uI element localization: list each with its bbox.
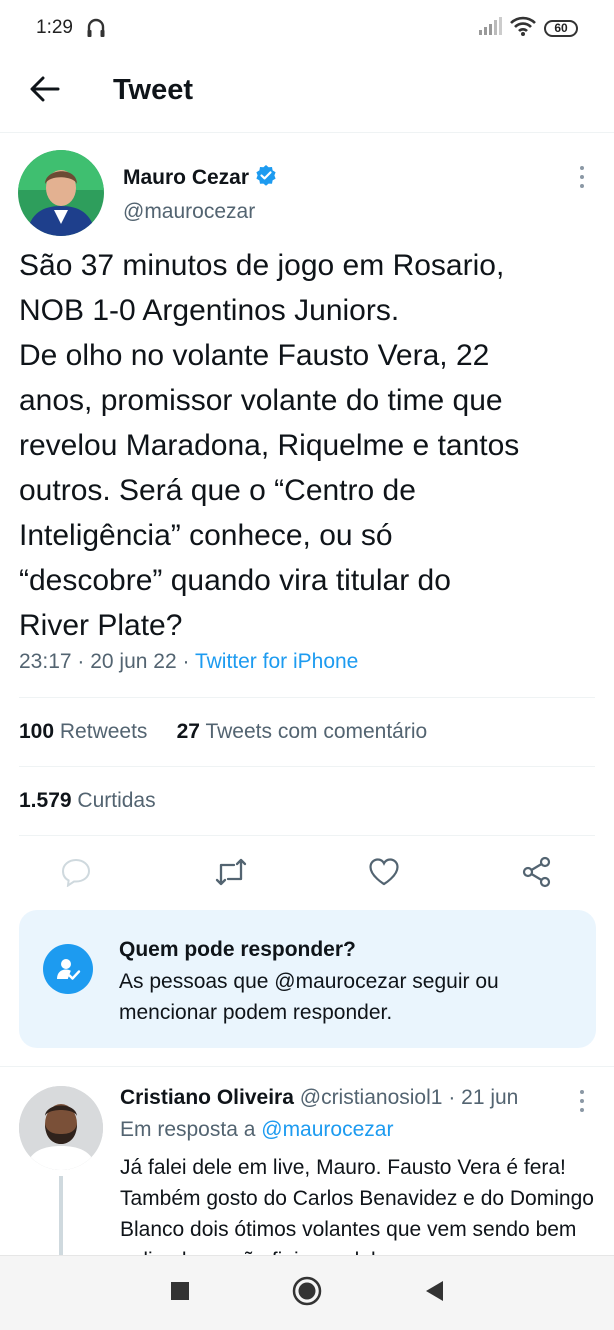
reply-author-name[interactable]: Cristiano Oliveira [120,1086,294,1109]
status-time: 1:29 [36,17,73,38]
reply-author-handle[interactable]: @cristianosiol1 [300,1086,443,1109]
divider [19,697,595,698]
like-button[interactable] [362,852,406,896]
page-title: Tweet [113,74,194,106]
tweet-author: Mauro Cezar @maurocezar [18,150,596,240]
status-bar: 1:29 60 [0,0,614,56]
share-button[interactable] [515,852,559,896]
verified-badge-icon [255,164,277,192]
author-name[interactable]: Mauro Cezar [123,166,249,190]
more-vertical-icon [574,166,590,194]
more-vertical-icon [574,1090,590,1118]
more-options-button[interactable] [574,164,590,190]
quotes-label: Tweets com comentário [205,720,428,743]
quotes-count: 27 [176,720,200,743]
tweet-text-line: NOB 1-0 Argentinos Juniors. [19,294,400,327]
battery-indicator: 60 [544,19,578,37]
retweet-button[interactable] [209,852,253,896]
likes-label: Curtidas [77,789,156,812]
system-nav-bar [0,1255,614,1330]
tweet-text-line: “descobre” quando vira titular do [19,564,451,597]
meta-separator: · [77,650,91,673]
divider [19,766,595,767]
user-check-icon [43,944,93,994]
tweet-text: São 37 minutos de jogo em Rosario, NOB 1… [19,243,599,648]
back-button[interactable] [28,74,62,108]
quotes-stat[interactable]: 27 Tweets com comentário [177,720,428,743]
divider [19,835,595,836]
top-app-bar: Tweet [0,56,614,133]
reply-author-avatar[interactable] [19,1086,103,1170]
wifi-icon [510,16,536,41]
headphones-icon [86,16,106,38]
tweet-text-line: River Plate? [19,609,183,642]
signal-icon [478,16,502,40]
tweet-actions [0,852,614,896]
divider [0,1066,614,1067]
retweet-stats: 100 Retweets 27 Tweets com comentário [19,720,427,744]
home-button[interactable] [290,1276,324,1310]
retweets-count: 100 [19,720,55,743]
reply-tweet[interactable]: Cristiano Oliveira @cristianosiol1 · 21 … [0,1068,614,1256]
likes-count: 1.579 [19,789,72,812]
who-can-reply-text: As pessoas que @maurocezar seguir ou men… [119,970,499,1024]
who-can-reply-card: Quem pode responder? As pessoas que @mau… [19,910,596,1048]
meta-separator: · [182,650,195,673]
reply-button[interactable] [54,852,98,896]
who-can-reply-title: Quem pode responder? [119,938,356,961]
reply-text: Já falei dele em live, Mauro. Fausto Ver… [120,1156,594,1256]
in-reply-mention[interactable]: @maurocezar [261,1118,393,1141]
author-name-row: Mauro Cezar [123,164,277,192]
tweet-time: 23:17 [19,650,72,673]
tweet-text-line: anos, promissor volante do time que [19,384,503,417]
thread-line [59,1176,63,1256]
likes-stat[interactable]: 1.579 Curtidas [19,789,156,813]
reply-more-options-button[interactable] [574,1088,590,1114]
tweet-meta: 23:17 · 20 jun 22 · Twitter for iPhone [19,650,358,674]
tweet-date: 20 jun 22 [90,650,177,673]
tweet-text-line: outros. Será que o “Centro de [19,474,416,507]
meta-separator: · [448,1086,462,1109]
triangle-back-icon [424,1280,444,1307]
in-reply-to: Em resposta a @maurocezar [120,1118,393,1142]
retweet-icon [214,857,248,892]
circle-icon [292,1276,322,1311]
tweet-text-line: revelou Maradona, Riquelme e tantos [19,429,520,462]
reply-date: 21 jun [461,1086,519,1109]
tweet-source-link[interactable]: Twitter for iPhone [195,650,358,673]
recents-button[interactable] [163,1276,197,1310]
retweets-stat[interactable]: 100 Retweets [19,720,147,743]
share-icon [521,856,553,893]
arrow-left-icon [30,76,60,107]
author-handle[interactable]: @maurocezar [123,200,255,224]
tweet-text-line: São 37 minutos de jogo em Rosario, [19,249,505,282]
square-icon [170,1281,190,1306]
tweet-text-line: Inteligência” conhece, ou só [19,519,393,552]
heart-icon [368,857,400,892]
comment-icon [61,857,91,892]
back-nav-button[interactable] [417,1276,451,1310]
retweets-label: Retweets [59,720,148,743]
author-avatar[interactable] [18,150,104,236]
in-reply-label: Em resposta a [120,1118,256,1141]
tweet-text-line: De olho no volante Fausto Vera, 22 [19,339,490,372]
reply-header: Cristiano Oliveira @cristianosiol1 · 21 … [120,1086,518,1110]
